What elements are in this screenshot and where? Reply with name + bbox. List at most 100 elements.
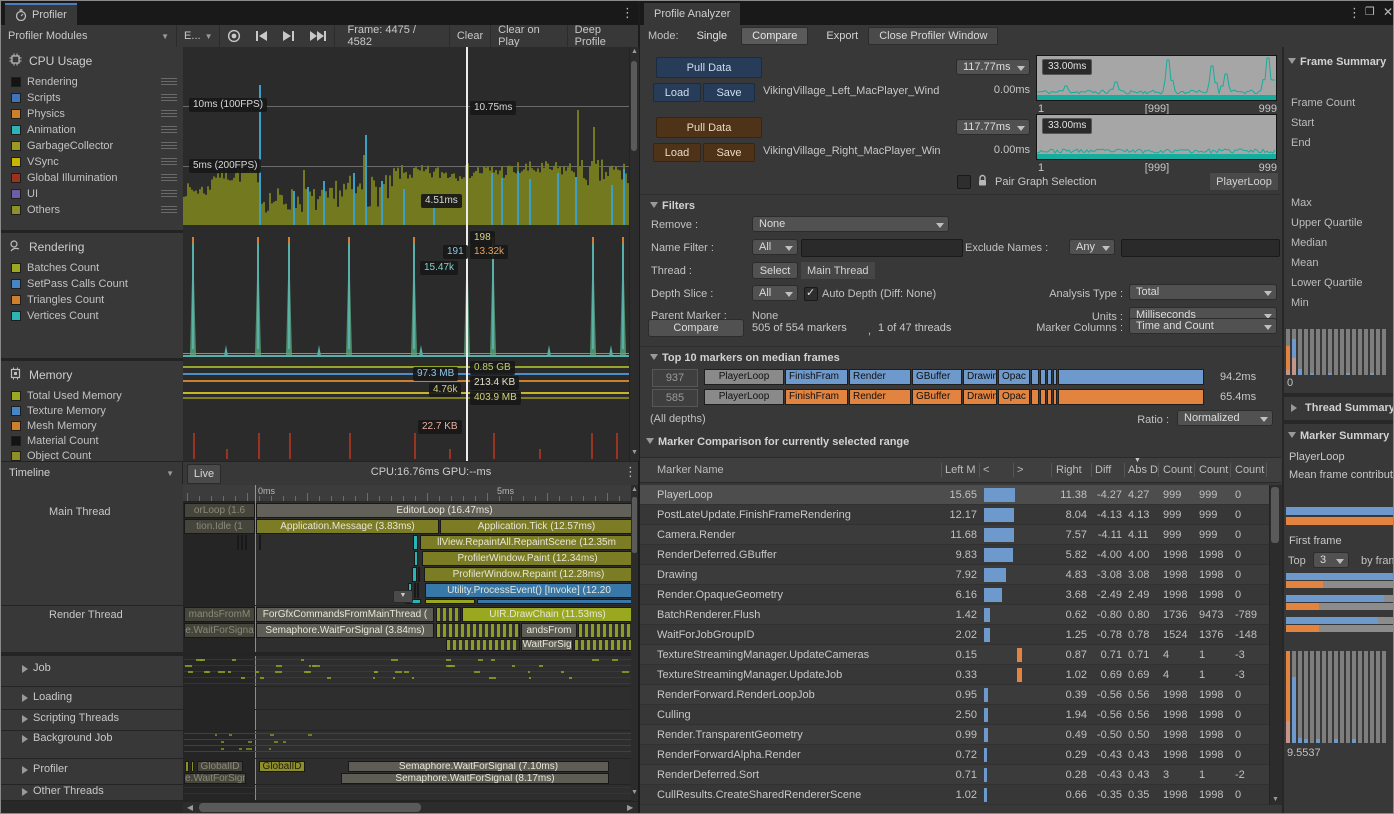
thread-group-scripting-threads[interactable]: Scripting Threads [33,712,119,724]
chart-series-item[interactable]: Scripts [11,91,179,105]
foldout-icon[interactable] [19,787,32,799]
scroll-up-icon[interactable]: ▲ [631,48,638,55]
timeline-span[interactable] [417,583,419,598]
timeline-span[interactable]: e.WaitForSign [184,773,246,784]
timeline-span[interactable] [414,583,416,598]
top10-frame-index[interactable]: 937 [652,369,698,387]
column-header-5[interactable]: Diff [1095,464,1125,476]
timeline-span[interactable]: Utility.ProcessEvent() [Invoke] (12.20 [425,583,633,598]
top10-marker-segment[interactable] [1031,389,1039,405]
scroll-down-icon[interactable]: ▼ [631,449,638,456]
top10-marker-segment[interactable]: Render [849,369,911,385]
timeline-span[interactable]: Application.Message (3.83ms) [256,519,439,534]
foldout-icon[interactable] [19,734,32,746]
thread-group-job[interactable]: Job [33,662,51,674]
thread-group-loading[interactable]: Loading [33,691,72,703]
chart-series-item[interactable]: Total Used Memory [11,389,179,403]
timeline-span[interactable]: GlobalID [259,761,305,772]
timeline-span[interactable] [574,639,633,651]
chart-series-item[interactable]: Triangles Count [11,293,179,307]
module-header-2[interactable]: Memory [9,367,179,383]
thread-summary-foldout[interactable]: Thread Summary [1288,402,1394,414]
foldout-icon[interactable] [19,693,32,705]
timeline-span[interactable]: mandsFromM [184,607,255,622]
timeline-span[interactable] [446,639,520,651]
top10-marker-segment[interactable]: Drawin [963,369,997,385]
thread-group-background-job[interactable]: Background Job [33,732,113,744]
mode-single-button[interactable]: Single [687,30,738,42]
chart-series-item[interactable]: VSync [11,155,179,169]
foldout-icon[interactable] [19,765,32,777]
marker-summary-foldout[interactable]: Marker Summary [1288,429,1394,442]
timeline-span[interactable] [412,567,417,582]
drag-handle-icon[interactable] [161,78,177,85]
drag-handle-icon[interactable] [161,206,177,213]
pair-graph-checkbox[interactable] [957,175,971,189]
top10-frame-index[interactable]: 585 [652,389,698,407]
scroll-up-icon[interactable]: ▲ [631,486,638,493]
timeline-span[interactable] [237,535,239,550]
column-header-marker-name[interactable]: Marker Name [657,464,937,476]
timeline-span[interactable]: ForGfxCommandsFromMainThread ( [256,607,434,622]
pull-data-button[interactable]: Pull Data [656,117,762,138]
maximize-icon[interactable]: ❒ [1365,5,1375,18]
thread-select-button[interactable]: Select [752,262,798,279]
chart-series-item[interactable]: Global Illumination [11,171,179,185]
save-button[interactable]: Save [703,83,755,102]
collapse-rows-button[interactable]: ▼ [393,590,413,603]
top10-marker-segment[interactable] [1058,389,1204,405]
range-dropdown[interactable]: 117.77ms [956,59,1030,75]
top10-marker-segment[interactable] [1047,389,1052,405]
thread-group-render-thread[interactable]: Render Thread [49,609,123,621]
range-dropdown[interactable]: 117.77ms [956,119,1030,135]
filters-foldout[interactable]: Filters [650,199,695,212]
top10-marker-segment[interactable]: Opac [998,389,1030,405]
selected-marker-badge[interactable]: PlayerLoop [1210,173,1278,190]
tab-profiler[interactable]: Profiler [5,3,77,25]
drag-handle-icon[interactable] [161,94,177,101]
column-header-7[interactable]: Count [1163,464,1193,476]
chart-series-item[interactable]: Texture Memory [11,404,179,418]
foldout-icon[interactable] [19,714,32,726]
top10-marker-segment[interactable] [1053,369,1057,385]
drag-handle-icon[interactable] [161,142,177,149]
last-frame-button[interactable] [302,25,335,47]
module-header-1[interactable]: Rendering [9,239,179,255]
ratio-dropdown[interactable]: Normalized [1177,410,1273,426]
load-button[interactable]: Load [653,143,701,162]
timeline-span[interactable]: tion.Idle (1 [184,519,255,534]
profiler-menu-icon[interactable]: ⋮ [621,5,634,21]
top10-marker-segment[interactable]: FinishFram [785,389,848,405]
timeline-span[interactable]: Application.Tick (12.57ms) [440,519,633,534]
timeline-span[interactable]: UIR.DrawChain (11.53ms) [462,607,633,622]
scroll-left-icon[interactable]: ◀ [187,803,193,812]
analyzer-menu-icon[interactable]: ⋮ [1348,5,1361,21]
timeline-span[interactable] [259,535,261,550]
top-n-dropdown[interactable]: 3 [1313,552,1349,568]
chart-series-item[interactable]: Rendering [11,75,179,89]
pull-data-button[interactable]: Pull Data [656,57,762,78]
close-icon[interactable]: ✕ [1383,5,1393,19]
timeline-span[interactable]: andsFrom [521,623,577,638]
next-frame-button[interactable] [275,25,302,47]
cpu-usage-chart[interactable] [183,47,629,230]
timeline-span[interactable] [191,761,194,772]
top10-marker-segment[interactable] [1047,369,1052,385]
top10-marker-segment[interactable]: GBuffer [912,389,962,405]
top10-marker-segment[interactable] [1040,389,1046,405]
rendering-chart[interactable] [183,233,629,358]
drag-handle-icon[interactable] [161,190,177,197]
column-header-3[interactable]: > [1017,464,1049,476]
exclude-mode-dropdown[interactable]: Any [1069,239,1115,255]
chart-series-item[interactable]: Material Count [11,434,179,448]
marker-comparison-foldout[interactable]: Marker Comparison for currently selected… [646,435,909,448]
timeline-menu-icon[interactable]: ⋮ [624,464,637,480]
depth-dropdown[interactable]: All [752,285,798,301]
column-header-9[interactable]: Count [1235,464,1265,476]
timeline-span[interactable]: Semaphore.WaitForSignal (8.17ms) [341,773,609,784]
marker-columns-dropdown[interactable]: Time and Count [1129,318,1277,334]
exclude-names-input[interactable] [1121,239,1280,257]
scroll-down-icon[interactable]: ▼ [631,789,638,796]
timeline-span[interactable] [578,623,633,638]
profiler-modules-dropdown[interactable]: Profiler Modules▼ [1,25,177,47]
